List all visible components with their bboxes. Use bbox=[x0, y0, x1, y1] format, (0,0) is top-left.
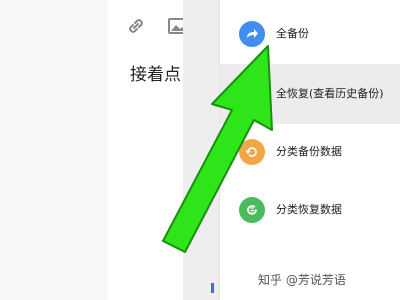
link-icon[interactable] bbox=[124, 14, 148, 38]
menu-item-full-backup[interactable]: 全备份 bbox=[220, 4, 400, 64]
watermark: 知乎 @芳说芳语 bbox=[258, 273, 346, 287]
menu-item-full-restore[interactable]: 全恢复(查看历史备份) bbox=[220, 64, 400, 124]
category-backup-icon bbox=[239, 139, 265, 165]
restore-icon bbox=[239, 81, 265, 107]
scroll-indicator[interactable] bbox=[211, 283, 214, 293]
menu-item-category-backup[interactable]: 分类备份数据 bbox=[220, 122, 400, 182]
scroll-gutter bbox=[183, 0, 219, 300]
screenshot-stage: 接着点 全备份 全恢复(查看历史备份) 分类备份数据 分类恢复数据 知乎 @芳说… bbox=[0, 0, 400, 300]
category-restore-icon bbox=[239, 197, 265, 223]
menu-item-label: 分类备份数据 bbox=[276, 145, 342, 158]
menu-item-label: 分类恢复数据 bbox=[276, 203, 342, 216]
backup-menu: 全备份 全恢复(查看历史备份) 分类备份数据 分类恢复数据 bbox=[219, 0, 400, 300]
menu-item-category-restore[interactable]: 分类恢复数据 bbox=[220, 180, 400, 240]
menu-item-label: 全备份 bbox=[276, 27, 309, 40]
menu-item-label: 全恢复(查看历史备份) bbox=[276, 87, 384, 100]
share-arrow-icon bbox=[239, 21, 265, 47]
